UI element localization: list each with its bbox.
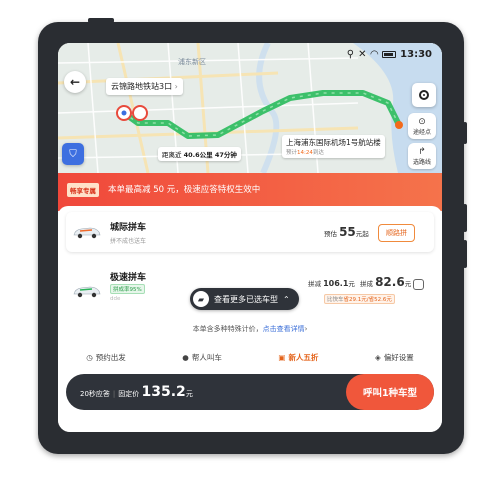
schedule-label: 预约出发 [95,352,126,362]
map-view[interactable]: 浦东新区 ⚲ ✕ ◠ 13:30 ← 云锦路地铁站3口 › ⊙ 途经点 ↱ 选路… [58,43,442,173]
call-for-others-option[interactable]: ● 帮人叫车 [182,352,222,363]
preferences-label: 偏好设置 [383,352,414,362]
compare-tag: 比快车省29.1元/省52.6元 [324,294,395,304]
price1-value: 106.1 [323,279,349,288]
fixed-price-value: 135.2 [141,384,186,400]
more-cars-label: 查看更多已选车型 [214,294,278,304]
price2-prefix: 拼成 [360,280,373,288]
separator: | [112,390,116,398]
location-icon: ⚲ [346,49,355,60]
price-prefix: 预估 [324,230,337,238]
call-bar: 20秒应答 | 固定价 135.2元 呼叫1种车型 [66,374,434,410]
express-checkbox[interactable] [413,279,424,290]
ride-price-2: 拼成 82.6元 [360,275,411,289]
waypoint-button[interactable]: ⊙ 途经点 [408,113,436,139]
newbie-discount-option[interactable]: ▣ 新人五折 [278,352,318,363]
ride-title: 城际拼车 [110,223,147,233]
gift-icon: ▣ [278,352,286,362]
chevron-up-icon: ⌃ [283,294,290,304]
compare-label: 比快车 [327,297,344,303]
person-icon: ● [182,352,189,362]
ride-price-1: 拼减 106.1元 [308,278,355,288]
mute-icon: ✕ [358,49,367,60]
price1-suffix: 元 [348,280,355,288]
call-for-others-label: 帮人叫车 [191,352,222,362]
destination-title: 上海浦东国际机场1号航站楼 [286,138,381,147]
crosshair-icon [419,90,429,100]
ride-options-bar: ◷ 预约出发 ● 帮人叫车 ▣ 新人五折 ◈ 偏好设置 [58,346,442,368]
waypoint-label: 途经点 [412,129,431,136]
price-unit: 元 [185,390,193,398]
route-icon: ↱ [418,147,426,157]
promo-text: 本单最高减 50 元，极速应答特权生效中 [108,185,261,195]
eta-time: 14:24 [297,150,313,156]
destination-eta: 预计14:24到达 [286,148,381,156]
newbie-discount-label: 新人五折 [288,352,319,362]
eta-prefix: 预计 [286,150,298,156]
distance-chip: 距离近 40.6公里 47分钟 [158,147,241,161]
start-location-chip[interactable]: 云锦路地铁站3口 › [106,78,183,95]
device-right-button-3 [463,240,467,268]
success-rate-tag: 拼成率95% [110,284,145,294]
destination-chip[interactable]: 上海浦东国际机场1号航站楼 预计14:24到达 [282,135,385,158]
car-icon [73,227,101,239]
start-location-label: 云锦路地铁站3口 [111,82,173,91]
price-value: 55 [339,225,356,239]
device-top-button [88,18,114,23]
ride-option-intercity[interactable]: 城际拼车 拼不成也送车 预估 55元起 顺路拼 [66,212,434,252]
note-arrow: › [304,325,308,333]
price2-suffix: 元 [404,280,412,288]
ride-extra: dde [110,296,121,302]
ride-subtitle: 拼不成也送车 [110,238,147,245]
price1-prefix: 拼减 [308,280,321,288]
pricing-note[interactable]: 本单含多种特殊计价，点击查看详情› [58,324,442,334]
promo-tag: 畅享专属 [67,183,99,197]
waypoint-icon: ⊙ [418,117,426,127]
distance-prefix: 距离近 [162,151,182,159]
device-right-button-2 [463,204,467,232]
clock-icon: ◷ [86,352,93,362]
compare-text: 省29.1元/省52.6元 [343,297,392,303]
eta-suffix: 到达 [312,150,324,156]
status-bar: ⚲ ✕ ◠ 13:30 [347,49,432,60]
district-label: 浦东新区 [178,58,206,66]
preferences-option[interactable]: ◈ 偏好设置 [375,352,414,363]
response-time: 20秒应答 [80,390,110,398]
price-suffix: 元起 [355,230,369,238]
call-car-button[interactable]: 呼叫1种车型 [346,374,434,410]
shield-icon: ⛉ [69,148,77,160]
note-link[interactable]: 点击查看详情 [263,325,305,333]
screen: 浦东新区 ⚲ ✕ ◠ 13:30 ← 云锦路地铁站3口 › ⊙ 途经点 ↱ 选路… [58,43,442,432]
note-text: 本单含多种特殊计价， [192,325,263,333]
ride-sheet: 城际拼车 拼不成也送车 预估 55元起 顺路拼 极速拼车 拼成率95% dde … [58,206,442,432]
route-select-label: 选路线 [412,159,431,166]
back-arrow-icon: ← [69,75,81,89]
fare-summary: 20秒应答 | 固定价 135.2元 [80,384,193,400]
locate-button[interactable] [412,83,436,107]
wifi-icon: ◠ [370,49,379,60]
fixed-price-label: 固定价 [118,390,140,398]
ride-title: 极速拼车 [110,273,147,283]
route-select-button[interactable]: ↱ 选路线 [408,143,436,169]
settings-icon: ◈ [374,352,381,362]
battery-icon [382,51,397,58]
device-right-button-1 [463,122,467,144]
schedule-option[interactable]: ◷ 预约出发 [86,352,126,363]
ride-price: 预估 55元起 [324,225,369,239]
price2-value: 82.6 [375,275,405,289]
distance-value: 40.6公里 47分钟 [183,151,237,159]
back-button[interactable]: ← [64,71,86,93]
more-cars-button[interactable]: ▰ 查看更多已选车型 ⌃ [190,288,299,310]
car-icon: ▰ [193,291,209,307]
safety-shield-button[interactable]: ⛉ [62,143,84,165]
carpool-button[interactable]: 顺路拼 [378,224,415,242]
car-icon [73,286,101,298]
status-time: 13:30 [400,49,432,60]
chevron-right-icon: › [174,82,178,91]
